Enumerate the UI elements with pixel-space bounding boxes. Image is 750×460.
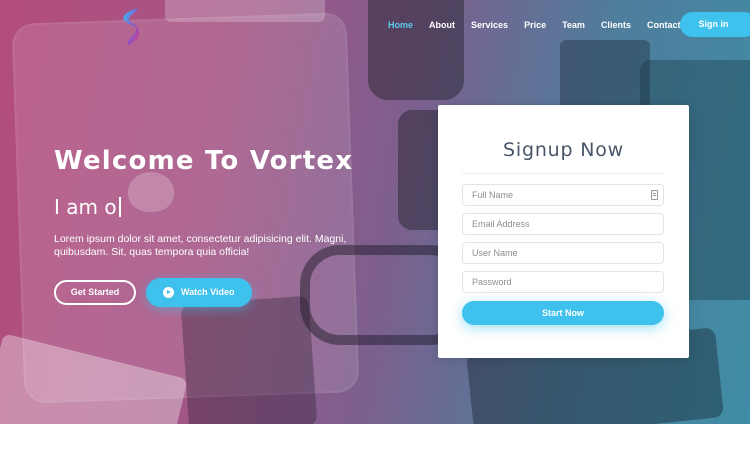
email-field[interactable]: Email Address [462, 213, 664, 235]
page-below-hero [0, 424, 750, 460]
watch-video-label: Watch Video [181, 287, 235, 297]
sign-in-button[interactable]: Sign in [680, 12, 750, 37]
full-name-field[interactable]: Full Name [462, 184, 664, 206]
username-field[interactable]: User Name [462, 242, 664, 264]
get-started-button[interactable]: Get Started [54, 280, 136, 305]
signup-card: Signup Now Full Name Email Address User … [438, 105, 689, 358]
hero-title: Welcome To Vortex [54, 146, 354, 176]
hero-description: Lorem ipsum dolor sit amet, consectetur … [54, 233, 347, 258]
nav-home[interactable]: Home [380, 19, 421, 31]
contact-card-icon [651, 190, 658, 200]
divider [462, 173, 665, 174]
full-name-placeholder: Full Name [472, 190, 514, 200]
typed-text: I am o [54, 195, 117, 219]
text-caret [118, 197, 121, 217]
signup-title: Signup Now [503, 139, 624, 161]
hero-section: Home About Services Price Team Clients C… [0, 0, 750, 424]
brand-logo-icon[interactable] [116, 6, 144, 46]
main-nav: Home About Services Price Team Clients C… [380, 19, 688, 31]
nav-services[interactable]: Services [463, 19, 516, 31]
background-camera-lens [368, 0, 464, 100]
typed-headline: I am o [54, 195, 121, 219]
nav-clients[interactable]: Clients [593, 19, 639, 31]
play-icon [163, 287, 174, 298]
start-now-button[interactable]: Start Now [462, 301, 664, 325]
email-placeholder: Email Address [472, 219, 530, 229]
password-field[interactable]: Password [462, 271, 664, 293]
username-placeholder: User Name [472, 248, 518, 258]
background-phone [180, 295, 318, 424]
password-placeholder: Password [472, 277, 512, 287]
background-device [560, 40, 650, 110]
nav-about[interactable]: About [421, 19, 463, 31]
nav-team[interactable]: Team [554, 19, 593, 31]
background-apple-logo [128, 172, 174, 212]
nav-price[interactable]: Price [516, 19, 554, 31]
watch-video-button[interactable]: Watch Video [146, 278, 252, 307]
